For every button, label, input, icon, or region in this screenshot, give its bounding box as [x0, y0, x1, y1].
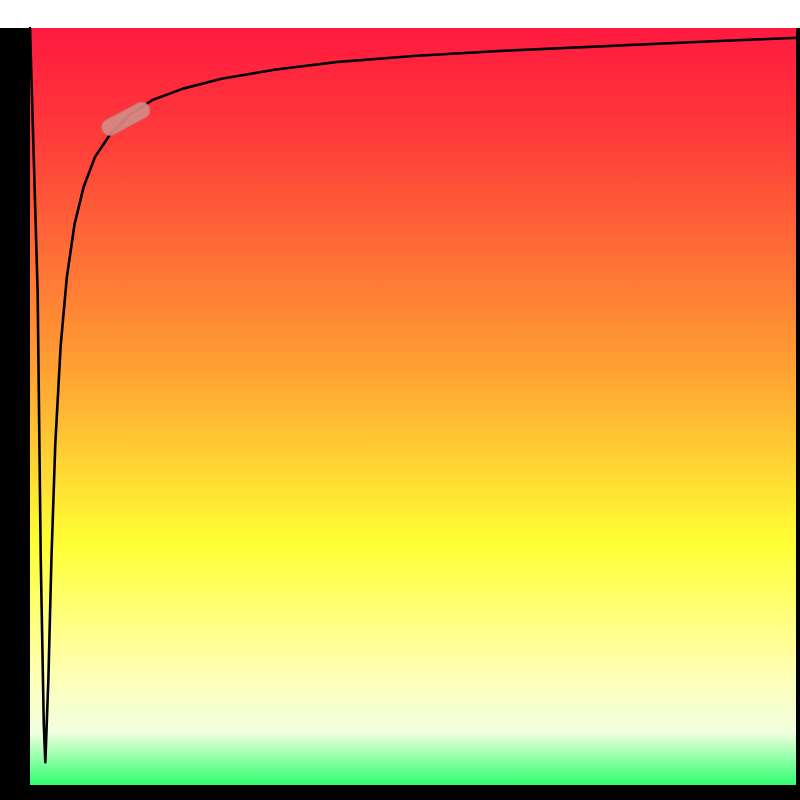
chart-container: TheBottleneck.com [0, 0, 800, 800]
bottleneck-chart [0, 0, 800, 800]
